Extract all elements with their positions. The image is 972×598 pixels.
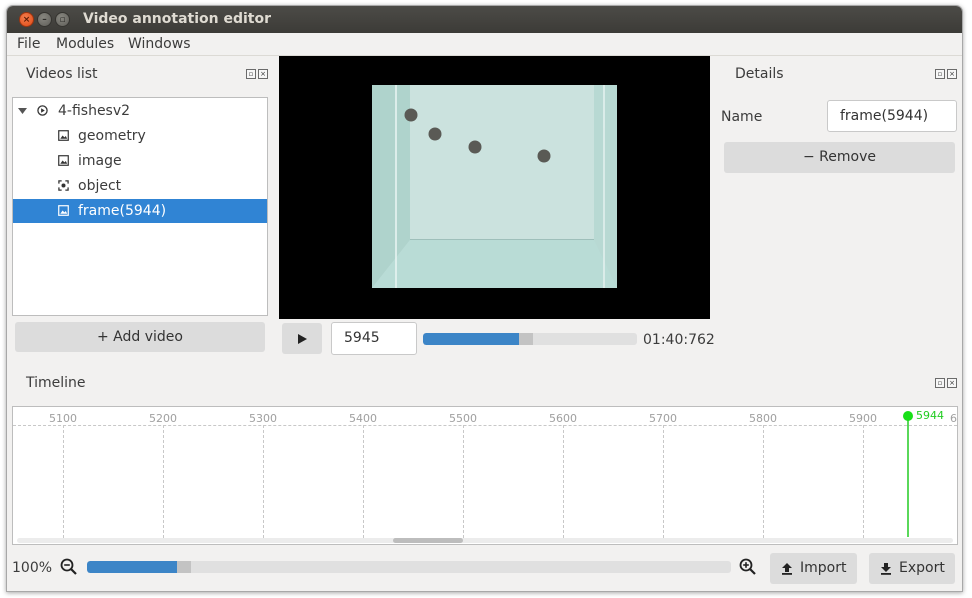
video-progress-slider[interactable] [423, 333, 637, 345]
zoom-in-icon[interactable] [739, 558, 757, 576]
video-time-label: 01:40:762 [643, 332, 715, 348]
video-progress-fill [423, 333, 519, 345]
timeline-title: Timeline [26, 375, 86, 391]
tree-item-video[interactable]: 4-fishesv2 [13, 99, 267, 123]
tree-item-frame[interactable]: frame(5944) [13, 199, 267, 223]
tree-item-image[interactable]: image [13, 149, 267, 173]
close-panel-icon[interactable]: × [947, 69, 957, 79]
timeline-grid-line [163, 425, 164, 538]
timeline-dock-buttons: ▫ × [935, 378, 957, 389]
timeline-scroll-thumb[interactable] [393, 538, 463, 543]
video-frame-image [372, 85, 617, 288]
timeline-canvas[interactable]: 5100 5200 5300 5400 5500 5600 5700 5800 … [12, 406, 958, 545]
timeline-tick-label: 5700 [649, 412, 677, 425]
timeline-grid-line [363, 425, 364, 538]
image-icon [58, 205, 69, 216]
details-title: Details [735, 66, 784, 82]
timeline-tick-label: 5400 [349, 412, 377, 425]
menu-bar: File Modules Windows [7, 33, 962, 56]
title-bar: × – ▫ Video annotation editor [7, 6, 962, 33]
timeline-ruler-line [13, 425, 957, 426]
timeline-grid-line [863, 425, 864, 538]
menu-windows[interactable]: Windows [128, 36, 191, 52]
timeline-tick-label: 5500 [449, 412, 477, 425]
add-video-button[interactable]: + Add video [15, 322, 265, 352]
float-panel-icon[interactable]: ▫ [246, 69, 256, 79]
play-circle-icon [37, 105, 48, 116]
close-window-button[interactable]: × [19, 12, 34, 27]
image-icon [58, 155, 69, 166]
timeline-grid-line [763, 425, 764, 538]
tree-item-label: image [78, 153, 122, 169]
maximize-window-button[interactable]: ▫ [55, 12, 70, 27]
object-focus-icon [58, 180, 69, 191]
play-button[interactable] [282, 323, 322, 354]
name-field[interactable]: frame(5944) [827, 100, 957, 132]
close-panel-icon[interactable]: × [258, 69, 268, 79]
float-panel-icon[interactable]: ▫ [935, 378, 945, 388]
timeline-grid-line [63, 425, 64, 538]
float-panel-icon[interactable]: ▫ [935, 69, 945, 79]
download-icon [881, 563, 891, 575]
zoom-out-icon[interactable] [60, 558, 78, 576]
zoom-level-label: 100% [12, 560, 53, 576]
menu-modules[interactable]: Modules [56, 36, 114, 52]
minimize-window-button[interactable]: – [37, 12, 52, 27]
timeline-tick-label: 6 [950, 412, 957, 425]
tree-item-label: geometry [78, 128, 146, 144]
app-window: × – ▫ Video annotation editor File Modul… [6, 5, 963, 592]
tree-item-label: 4-fishesv2 [58, 103, 131, 119]
timeline-marker-line[interactable] [907, 415, 909, 537]
play-icon [298, 334, 307, 344]
timeline-tick-label: 5600 [549, 412, 577, 425]
import-label: Import [800, 560, 847, 576]
zoom-slider-fill [87, 561, 177, 573]
details-dock-buttons: ▫ × [935, 69, 957, 80]
chevron-down-icon[interactable] [18, 108, 27, 115]
window-title: Video annotation editor [83, 11, 272, 27]
video-frame [372, 85, 617, 288]
timeline-marker-label: 5944 [916, 409, 944, 422]
zoom-slider[interactable] [87, 561, 731, 573]
frame-number-input[interactable]: 5945 [331, 322, 417, 355]
tree-item-geometry[interactable]: geometry [13, 124, 267, 148]
video-viewport[interactable] [279, 56, 710, 319]
remove-button[interactable]: − Remove [724, 142, 955, 173]
videos-dock-buttons: ▫ × [246, 69, 268, 80]
timeline-grid-line [563, 425, 564, 538]
timeline-tick-label: 5900 [849, 412, 877, 425]
menu-file[interactable]: File [17, 36, 40, 52]
image-icon [58, 130, 69, 141]
timeline-scrollbar[interactable] [17, 538, 953, 543]
timeline-grid-line [463, 425, 464, 538]
timeline-marker-dot[interactable] [903, 411, 913, 421]
name-label: Name [721, 109, 763, 125]
videos-list-title: Videos list [26, 66, 98, 82]
timeline-tick-label: 5200 [149, 412, 177, 425]
videos-tree: 4-fishesv2 geometry image object frame(5… [12, 97, 268, 316]
tree-item-label: object [78, 178, 122, 194]
video-progress-handle[interactable] [519, 333, 533, 345]
upload-icon [782, 563, 792, 575]
tree-item-object[interactable]: object [13, 174, 267, 198]
timeline-grid-line [263, 425, 264, 538]
export-label: Export [899, 560, 945, 576]
zoom-slider-handle[interactable] [177, 561, 191, 573]
timeline-tick-label: 5100 [49, 412, 77, 425]
timeline-tick-label: 5800 [749, 412, 777, 425]
close-panel-icon[interactable]: × [947, 378, 957, 388]
export-button[interactable]: Export [869, 553, 955, 584]
import-button[interactable]: Import [770, 553, 857, 584]
timeline-grid-line [663, 425, 664, 538]
tree-item-label: frame(5944) [78, 203, 167, 219]
timeline-tick-label: 5300 [249, 412, 277, 425]
